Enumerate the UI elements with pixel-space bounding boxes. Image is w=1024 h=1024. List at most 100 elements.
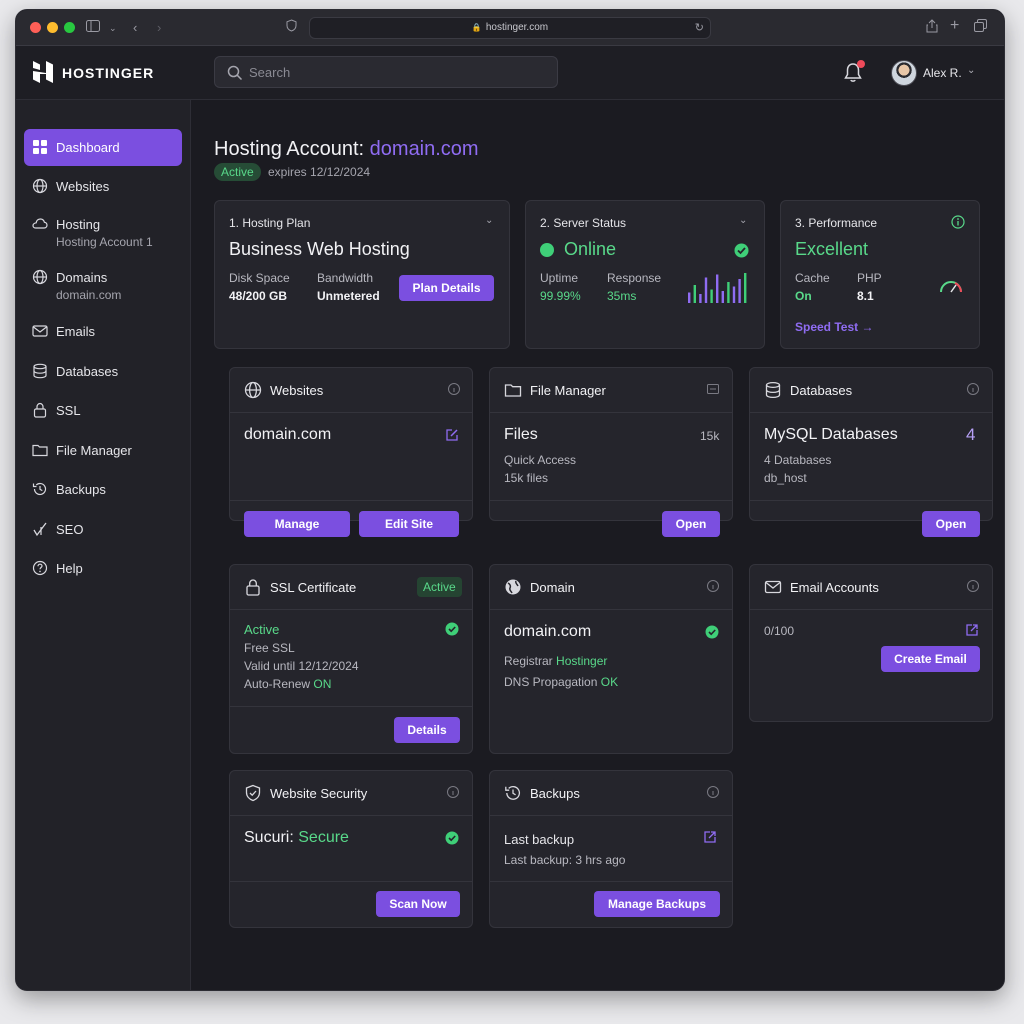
plan-name: Business Web Hosting (229, 239, 410, 259)
ssl-details-button[interactable]: Details (394, 717, 460, 743)
php-label: PHP (857, 271, 882, 285)
uptime-bar (716, 274, 719, 303)
folder-open-icon[interactable] (706, 382, 720, 396)
expiry-text: expires 12/12/2024 (268, 165, 371, 179)
maximize-window-button[interactable] (64, 22, 75, 33)
external-link-icon[interactable] (703, 830, 717, 844)
sucuri-value: Secure (298, 829, 349, 846)
websites-card: Websites domain.com Manage Edit Site (229, 367, 473, 537)
reload-icon[interactable]: ↻ (695, 18, 704, 38)
sidebar-item-backups[interactable]: Backups (24, 471, 182, 508)
registrar-value[interactable]: Hostinger (556, 654, 607, 668)
scan-now-button[interactable]: Scan Now (376, 891, 460, 917)
sidebar-item-hosting[interactable]: Hosting Hosting Account 1 (24, 206, 182, 252)
sidebar: Dashboard Websites Hosting Hosting Accou… (16, 100, 191, 990)
sidebar-item-dashboard[interactable]: Dashboard (24, 129, 182, 166)
card-title: Websites (270, 383, 324, 398)
uptime-label: Uptime (540, 271, 579, 285)
manage-button[interactable]: Manage (244, 511, 350, 537)
domain-name[interactable]: domain.com (504, 623, 591, 641)
open-files-button[interactable]: Open (662, 511, 720, 537)
sidebar-item-databases[interactable]: Databases (24, 353, 182, 390)
chevron-down-icon[interactable]: ⌄ (485, 215, 493, 226)
info-icon[interactable] (446, 785, 460, 799)
speed-test-link[interactable]: Speed Test → (795, 320, 873, 334)
sidebar-item-emails[interactable]: Emails (24, 313, 182, 350)
shield-check-icon (245, 784, 261, 802)
page-title-domain[interactable]: domain.com (370, 138, 479, 160)
ssl-type: Free SSL (244, 641, 295, 655)
chevron-down-icon[interactable]: ⌄ (109, 19, 117, 37)
sidebar-item-file-manager[interactable]: File Manager (24, 432, 182, 469)
sidebar-item-seo[interactable]: SEO (24, 511, 182, 548)
sidebar-item-domains[interactable]: Domains domain.com (24, 259, 182, 305)
last-backup-time: Last backup: 3 hrs ago (504, 853, 626, 867)
share-icon[interactable] (926, 19, 938, 38)
search-input[interactable] (249, 57, 549, 87)
sidebar-toggle-icon[interactable] (86, 19, 100, 37)
search-icon (227, 65, 243, 81)
info-icon[interactable] (966, 382, 980, 396)
dns-value: OK (600, 675, 619, 689)
user-name[interactable]: Alex R. (923, 66, 962, 80)
shield-icon[interactable] (286, 19, 297, 37)
edit-icon[interactable] (445, 428, 459, 442)
sidebar-item-label: Help (56, 561, 83, 576)
external-link-icon[interactable] (965, 623, 979, 637)
forward-icon[interactable]: › (157, 19, 161, 37)
sidebar-item-websites[interactable]: Websites (24, 168, 182, 205)
close-window-button[interactable] (30, 22, 41, 33)
info-icon[interactable] (951, 215, 965, 229)
minimize-window-button[interactable] (47, 22, 58, 33)
sidebar-item-label: Backups (56, 482, 106, 497)
open-databases-button[interactable]: Open (922, 511, 980, 537)
quick-access-link[interactable]: Quick Access (504, 453, 576, 467)
info-icon[interactable] (966, 579, 980, 593)
sidebar-item-label: Dashboard (56, 140, 120, 155)
hostinger-logo-icon[interactable] (32, 60, 54, 84)
sidebar-item-ssl[interactable]: SSL (24, 392, 182, 429)
php-value: 8.1 (857, 289, 874, 303)
uptime-bar (710, 289, 713, 303)
ssl-status: Active (244, 622, 280, 637)
chevron-down-icon[interactable]: ⌄ (739, 215, 747, 226)
dashboard-icon (33, 140, 47, 154)
dns-propagation: DNS Propagation OK (504, 675, 618, 689)
website-domain[interactable]: domain.com (244, 426, 331, 444)
edit-site-button[interactable]: Edit Site (359, 511, 459, 537)
card-title: 3. Performance (795, 216, 878, 230)
info-icon[interactable] (706, 785, 720, 799)
back-icon[interactable]: ‹ (133, 19, 137, 37)
mysql-heading: MySQL Databases (764, 426, 898, 443)
check-circle-icon (705, 625, 719, 639)
history-icon (32, 482, 47, 496)
uptime-bar (688, 292, 691, 303)
create-email-button[interactable]: Create Email (881, 646, 980, 672)
info-icon[interactable] (447, 382, 461, 396)
chevron-down-icon[interactable]: ⌄ (967, 65, 975, 76)
avatar[interactable] (891, 60, 917, 86)
divider (490, 500, 732, 501)
divider (230, 500, 472, 501)
auto-renew-value[interactable]: ON (313, 677, 331, 691)
plan-details-button[interactable]: Plan Details (399, 275, 494, 301)
new-tab-icon[interactable]: + (950, 17, 959, 35)
address-bar[interactable]: 🔒 hostinger.com ↻ (309, 17, 711, 39)
search-box[interactable] (214, 56, 558, 88)
card-title: Email Accounts (790, 580, 879, 595)
check-circle-icon (445, 622, 459, 636)
info-icon[interactable] (706, 579, 720, 593)
card-title: SSL Certificate (270, 580, 357, 595)
uptime-bar (744, 273, 747, 303)
sidebar-item-help[interactable]: Help (24, 550, 182, 587)
tabs-overview-icon[interactable] (974, 19, 987, 37)
lock-icon: 🔒 (471, 23, 482, 32)
manage-backups-button[interactable]: Manage Backups (594, 891, 720, 917)
last-backup-heading: Last backup (504, 832, 575, 847)
card-title: 2. Server Status (540, 216, 627, 230)
website-security-card: Website Security Sucuri: Secure Scan Now (229, 770, 473, 928)
bandwidth-value: Unmetered (317, 289, 380, 303)
status-badge: Active (214, 163, 261, 181)
uptime-bar (704, 277, 708, 303)
email-accounts-card: Email Accounts 0/100 Create Email (749, 564, 993, 722)
